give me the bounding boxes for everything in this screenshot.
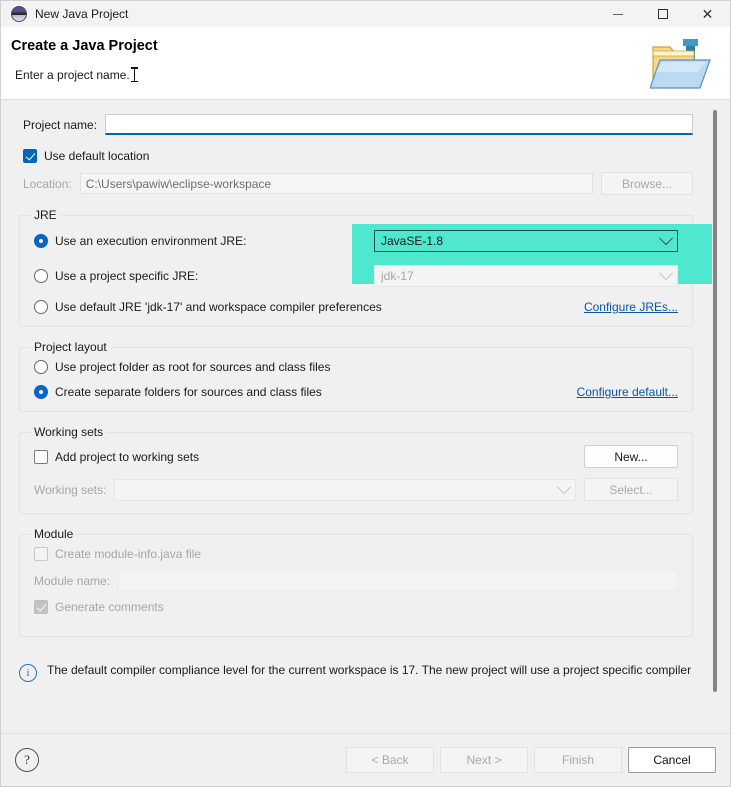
generate-comments-row[interactable]: Generate comments: [34, 600, 678, 614]
jre-default-radio[interactable]: [34, 300, 48, 314]
select-working-set-button[interactable]: Select...: [584, 478, 678, 501]
jre-group-title: JRE: [30, 208, 61, 222]
dialog-footer: ? < Back Next > Finish Cancel: [1, 733, 730, 786]
project-name-input[interactable]: [105, 114, 693, 135]
project-layout-group-title: Project layout: [30, 340, 111, 354]
help-button[interactable]: ?: [15, 748, 39, 772]
add-to-working-sets-label: Add project to working sets: [55, 449, 200, 464]
generate-comments-label: Generate comments: [55, 600, 164, 614]
jre-default-row[interactable]: Use default JRE 'jdk-17' and workspace c…: [34, 300, 678, 314]
add-to-working-sets-row[interactable]: Add project to working sets New...: [34, 445, 678, 468]
chevron-down-icon: [658, 231, 674, 246]
vertical-scrollbar[interactable]: [713, 102, 717, 695]
configure-jres-link[interactable]: Configure JREs...: [584, 300, 678, 314]
dialog-body: Project name: Use default location Locat…: [1, 100, 730, 733]
working-sets-group-title: Working sets: [30, 425, 108, 439]
text-cursor-icon: [130, 67, 138, 82]
working-sets-group: Working sets Add project to working sets…: [19, 425, 693, 514]
window-title: New Java Project: [35, 7, 129, 21]
footer-buttons: < Back Next > Finish Cancel: [346, 747, 716, 773]
module-group-title: Module: [30, 527, 78, 541]
info-message: i The default compiler compliance level …: [1, 653, 711, 682]
scrollbar-thumb[interactable]: [713, 110, 717, 692]
dialog-content: Project name: Use default location Locat…: [1, 100, 712, 682]
module-name-label: Module name:: [34, 573, 111, 588]
jre-specific-label: Use a project specific JRE:: [55, 269, 199, 283]
maximize-button[interactable]: [640, 1, 685, 27]
jre-execution-env-label: Use an execution environment JRE:: [55, 234, 247, 248]
create-module-info-label: Create module-info.java file: [55, 547, 202, 561]
java-project-folder-icon: [650, 39, 711, 89]
page-title: Create a Java Project: [11, 38, 158, 54]
info-message-text: The default compiler compliance level fo…: [47, 663, 692, 677]
layout-separate-radio[interactable]: [34, 385, 48, 399]
execution-environment-combo[interactable]: JavaSE-1.8: [374, 230, 678, 252]
module-name-input[interactable]: [118, 570, 678, 591]
location-input[interactable]: [79, 173, 593, 194]
layout-root-radio[interactable]: [34, 360, 48, 374]
layout-separate-row[interactable]: Create separate folders for sources and …: [34, 385, 678, 399]
create-module-info-checkbox[interactable]: [34, 547, 48, 561]
module-group: Module Create module-info.java file Modu…: [19, 527, 693, 637]
use-default-location-label: Use default location: [44, 149, 150, 163]
module-name-row: Module name:: [34, 570, 678, 591]
location-label: Location:: [23, 176, 72, 191]
jre-specific-radio[interactable]: [34, 269, 48, 283]
finish-button[interactable]: Finish: [534, 747, 622, 773]
close-button[interactable]: ✕: [685, 1, 730, 27]
maximize-icon: [657, 9, 668, 19]
generate-comments-checkbox[interactable]: [34, 600, 48, 614]
chevron-down-icon: [556, 479, 572, 494]
working-sets-combo[interactable]: [114, 478, 576, 501]
jre-group: JRE Use an execution environment JRE: Ja…: [19, 208, 712, 327]
specific-jre-combo[interactable]: jdk-17: [374, 265, 678, 287]
cancel-button[interactable]: Cancel: [628, 747, 716, 773]
window-controls: ✕: [595, 1, 730, 27]
title-bar-left: New Java Project: [1, 6, 128, 22]
jre-execution-env-row[interactable]: Use an execution environment JRE: JavaSE…: [34, 230, 678, 252]
minimize-icon: [612, 13, 623, 15]
java-eclipse-icon: [11, 6, 27, 22]
new-working-set-button[interactable]: New...: [584, 445, 678, 468]
working-sets-label: Working sets:: [34, 482, 107, 497]
wizard-header: Create a Java Project Enter a project na…: [1, 27, 730, 100]
chevron-down-icon: [658, 266, 674, 281]
location-row: Location: Browse...: [1, 163, 711, 195]
layout-root-label: Use project folder as root for sources a…: [55, 360, 331, 374]
new-java-project-dialog: New Java Project ✕ Create a Java Project…: [0, 0, 731, 787]
project-name-row: Project name:: [1, 100, 711, 135]
execution-environment-value: JavaSE-1.8: [381, 234, 444, 248]
specific-jre-value: jdk-17: [381, 269, 414, 283]
project-name-label: Project name:: [23, 117, 98, 132]
layout-separate-label: Create separate folders for sources and …: [55, 385, 322, 399]
add-to-working-sets-checkbox[interactable]: [34, 449, 48, 464]
layout-root-row[interactable]: Use project folder as root for sources a…: [34, 360, 678, 374]
title-bar: New Java Project ✕: [1, 1, 730, 27]
info-icon: i: [19, 664, 37, 682]
configure-default-link[interactable]: Configure default...: [577, 385, 678, 399]
create-module-info-row[interactable]: Create module-info.java file: [34, 547, 678, 561]
project-layout-group: Project layout Use project folder as roo…: [19, 340, 693, 412]
use-default-location-row[interactable]: Use default location: [1, 135, 711, 163]
jre-execution-env-radio[interactable]: [34, 234, 48, 248]
page-subtitle-text: Enter a project name.: [15, 68, 130, 82]
jre-options: Use an execution environment JRE: JavaSE…: [34, 230, 678, 314]
close-icon: ✕: [701, 6, 714, 22]
working-sets-row: Working sets: Select...: [34, 478, 678, 501]
jre-default-label: Use default JRE 'jdk-17' and workspace c…: [55, 300, 382, 314]
minimize-button[interactable]: [595, 1, 640, 27]
browse-button[interactable]: Browse...: [601, 172, 693, 195]
back-button[interactable]: < Back: [346, 747, 434, 773]
jre-specific-row[interactable]: Use a project specific JRE: jdk-17: [34, 265, 678, 287]
page-subtitle: Enter a project name.: [15, 67, 138, 82]
use-default-location-checkbox[interactable]: [23, 149, 37, 163]
next-button[interactable]: Next >: [440, 747, 528, 773]
